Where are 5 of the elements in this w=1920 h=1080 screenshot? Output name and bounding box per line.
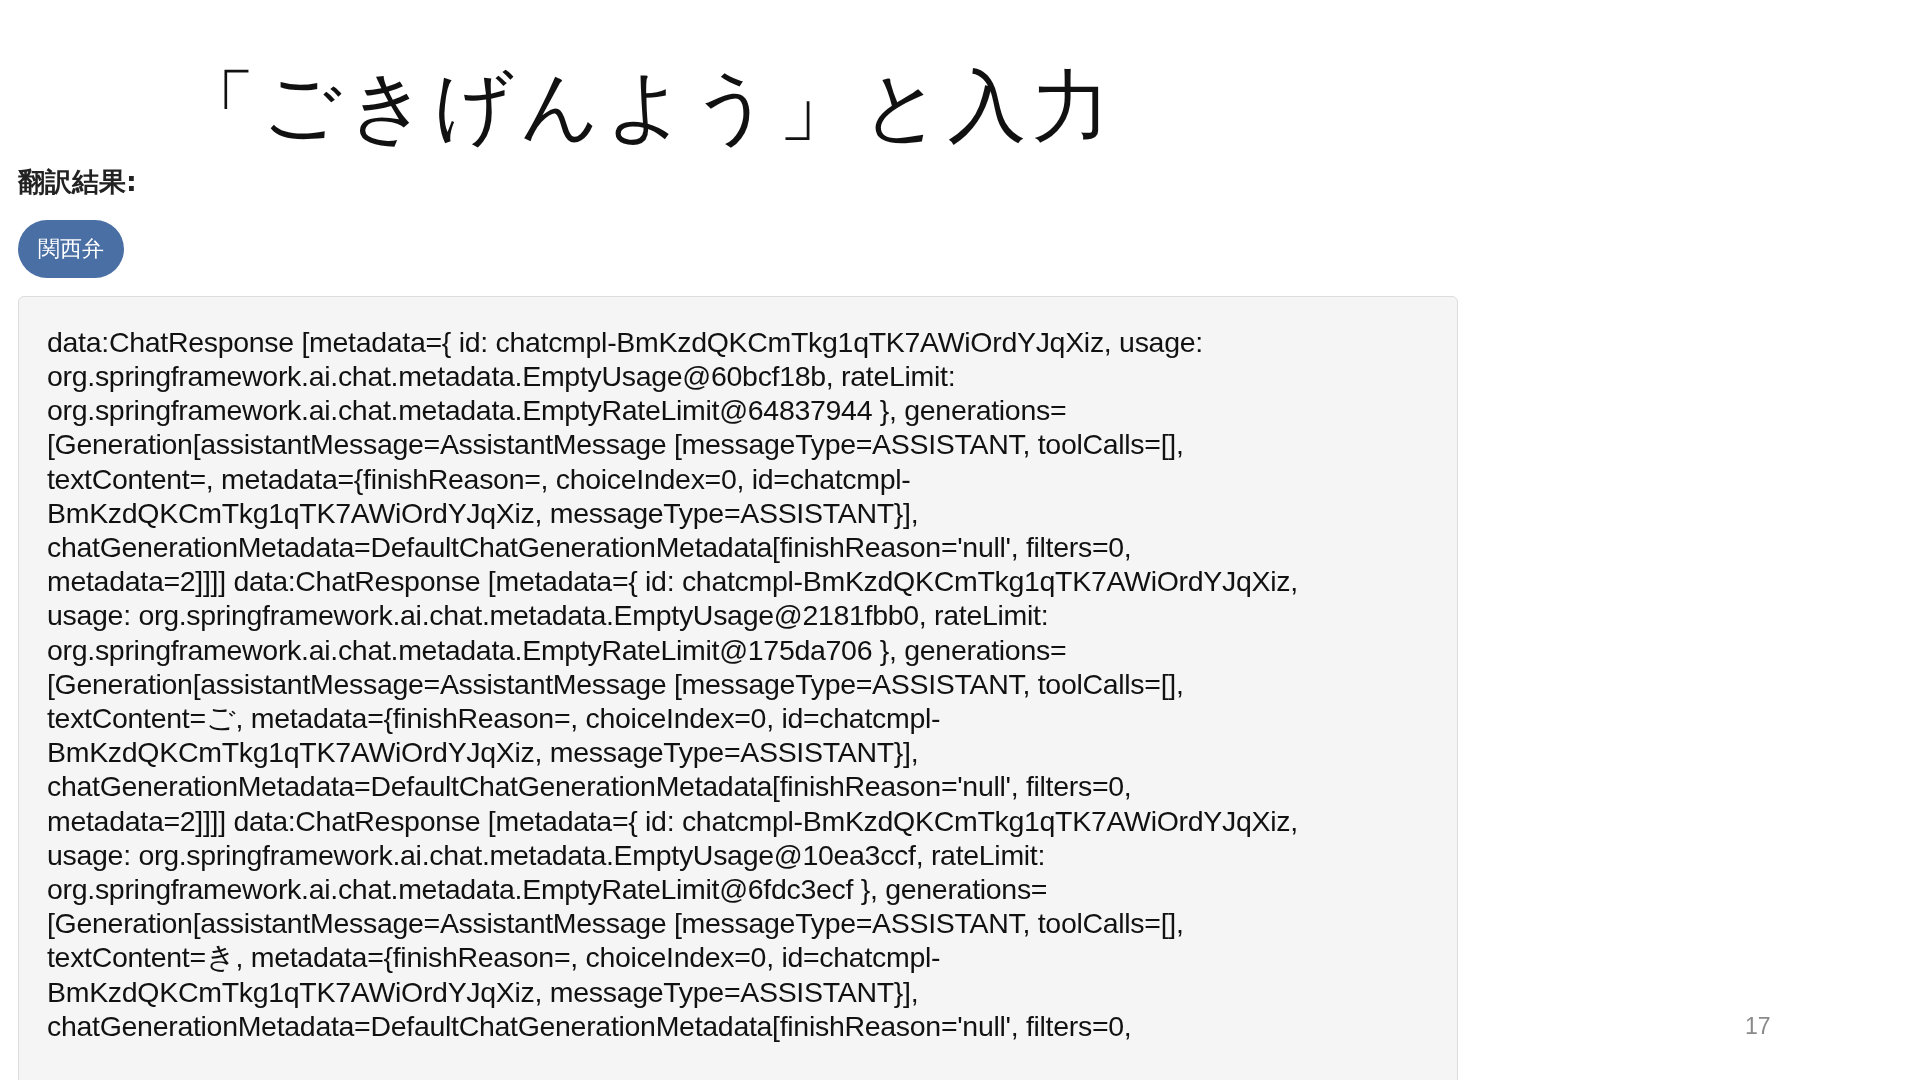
- response-text: data:ChatResponse [metadata={ id: chatcmpl-BmKzdQKCmTkg1qTK7AWiOrdYJqXiz, usage: org.springframework.ai.chat.metadata.EmptyUsage@60bcf18b, rateLimit: org.springframework.ai.chat.metadata.EmptyRateLimit@64837944 }, generations= [Generation[assistantMessage=AssistantMessage [messageType=ASSISTANT, toolCalls=[], textContent=, metadata={finishReason=, choiceIndex=0, id=chatcmpl- BmKzdQKCmTkg1qTK7AWiOrdYJqXiz, messageType=ASSISTANT}], chatGenerationMetadata=DefaultChatGenerationMetadata[finishReason='null', filters=0, metadata=2]]]] data:ChatResponse [metadata={ id: chatcmpl-BmKzdQKCmTkg1qTK7AWiOrdYJqXiz, usage: org.springframework.ai.chat.metadata.EmptyUsage@2181fbb0, rateLimit: org.springframework.ai.chat.metadata.EmptyRateLimit@175da706 }, generations= [Generation[assistantMessage=AssistantMessage [messageType=ASSISTANT, toolCalls=[], textContent=ご, metadata={finishReason=, choiceIndex=0, id=chatcmpl- BmKzdQKCmTkg1qTK7AWiOrdYJqXiz, messageType=ASSISTANT}], chatGenerationMetadata=DefaultChatGenerationMetadata[finishReason='null', filters=0, metadata=2]]]] data:ChatResponse [metadata={ id: chatcmpl-BmKzdQKCmTkg1qTK7AWiOrdYJqXiz, usage: org.springframework.ai.chat.metadata.EmptyUsage@10ea3ccf, rateLimit: org.springframework.ai.chat.metadata.EmptyRateLimit@6fdc3ecf }, generations= [Generation[assistantMessage=AssistantMessage [messageType=ASSISTANT, toolCalls=[], textContent=き, metadata={finishReason=, choiceIndex=0, id=chatcmpl- BmKzdQKCmTkg1qTK7AWiOrdYJqXiz, messageType=ASSISTANT}], chatGenerationMetadata=DefaultChatGenerationMetadata[finishReason='null', filters=0,: [47, 324, 1298, 1043]
- slide-title: 「ごきげんよう」と入力: [177, 60, 1116, 152]
- dialect-badge: 関西弁: [18, 219, 124, 278]
- page-number: 17: [1745, 1013, 1771, 1040]
- result-label: 翻訳結果:: [18, 164, 137, 199]
